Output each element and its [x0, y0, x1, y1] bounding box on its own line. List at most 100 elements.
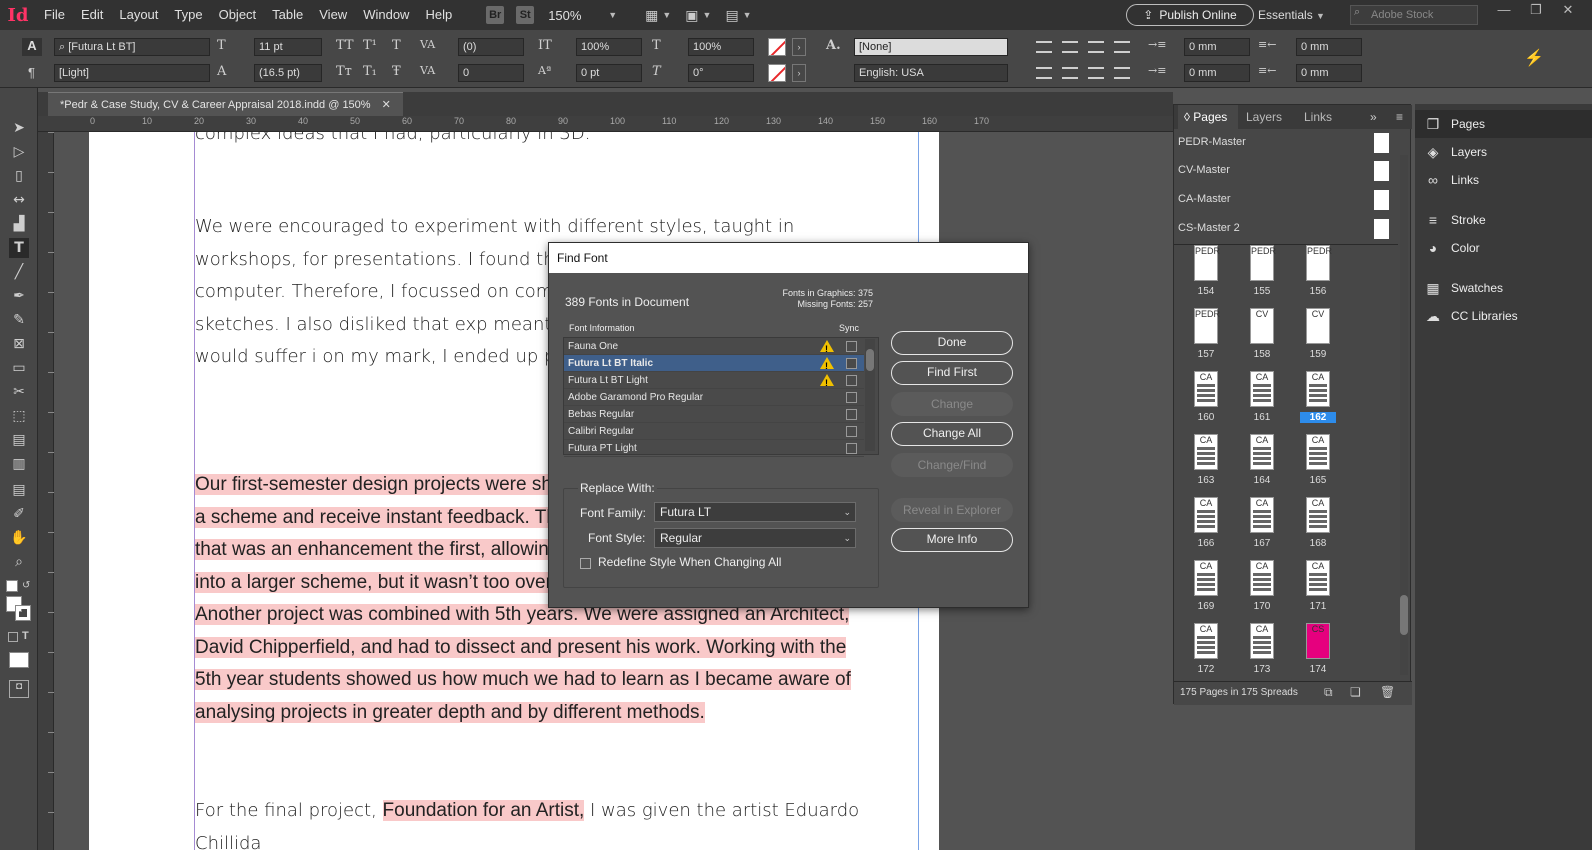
page-size-icon[interactable]: ⧉	[1324, 685, 1333, 700]
screen-mode-icon[interactable]: ◘	[9, 680, 29, 698]
chevron-right-icon[interactable]: ›	[792, 64, 806, 82]
menu-object[interactable]: Object	[211, 0, 265, 30]
font-list[interactable]: Fauna One Futura Lt BT Italic Futura Lt BT…	[563, 337, 879, 457]
type-tool-icon[interactable]: T	[9, 238, 29, 258]
panel-layers[interactable]: ◈ Layers	[1415, 138, 1592, 166]
baseline-field[interactable]: 0 pt	[576, 64, 642, 82]
done-button[interactable]: Done	[891, 331, 1013, 355]
align-right-icon[interactable]	[1088, 41, 1104, 53]
panel-swatches[interactable]: ▦ Swatches	[1415, 274, 1592, 302]
page-thumbnail[interactable]: PEDR	[1250, 245, 1276, 281]
font-list-row[interactable]: Futura PT Light	[564, 440, 864, 457]
first-line-indent-field[interactable]: 0 mm	[1184, 64, 1250, 82]
close-icon[interactable]: ✕	[382, 99, 391, 111]
menu-help[interactable]: Help	[417, 0, 460, 30]
align-center-icon[interactable]	[1062, 41, 1078, 53]
chevron-right-icon[interactable]: »	[1370, 105, 1377, 129]
vertical-ruler[interactable]	[38, 132, 54, 850]
rectangle-frame-icon[interactable]: ⊠	[9, 334, 29, 354]
page-thumbnail[interactable]: CA	[1194, 623, 1218, 659]
scissors-tool-icon[interactable]: ✂	[9, 382, 29, 402]
stroke-swatch[interactable]	[768, 64, 786, 82]
master-page[interactable]: CS-Master 2	[1174, 217, 1394, 245]
panel-pages[interactable]: ❐ Pages	[1415, 110, 1592, 138]
font-family-field[interactable]: ⌕ [Futura Lt BT]	[54, 38, 210, 56]
page-thumbnail[interactable]: PEDR	[1306, 245, 1332, 281]
change-all-button[interactable]: Change All	[891, 422, 1013, 446]
tracking-field[interactable]: 0	[458, 64, 524, 82]
content-collector-icon[interactable]: ▟	[9, 214, 29, 234]
stock-button[interactable]: St	[516, 6, 535, 24]
tab-links[interactable]: Links	[1304, 105, 1332, 129]
page-thumbnail[interactable]: PEDR	[1194, 308, 1220, 344]
close-icon[interactable]: ✕	[1556, 2, 1580, 22]
page-thumbnail[interactable]: CA	[1250, 434, 1274, 470]
note-tool-icon[interactable]: ▤	[9, 480, 29, 500]
menu-view[interactable]: View	[311, 0, 355, 30]
right-indent-field[interactable]: 0 mm	[1296, 38, 1362, 56]
pages-scrollbar[interactable]	[1400, 155, 1408, 675]
character-style-field[interactable]: [None]	[854, 38, 1008, 56]
change-button[interactable]: Change	[891, 392, 1013, 416]
chevron-down-icon[interactable]: ▼	[608, 10, 617, 20]
menu-window[interactable]: Window	[355, 0, 417, 30]
find-first-button[interactable]: Find First	[891, 361, 1013, 385]
reveal-in-explorer-button[interactable]: Reveal in Explorer	[891, 498, 1013, 522]
stroke-none-icon[interactable]	[15, 605, 31, 621]
arrange-icon[interactable]: ▤	[725, 7, 738, 24]
sync-checkbox[interactable]	[846, 426, 857, 437]
replace-font-style-select[interactable]: Regular ⌄	[654, 528, 856, 548]
font-list-row[interactable]: Calibri Regular	[564, 423, 864, 440]
redefine-style-checkbox[interactable]	[580, 558, 591, 569]
font-size-field[interactable]: 11 pt	[254, 38, 322, 56]
direct-selection-tool-icon[interactable]: ▷	[9, 142, 29, 162]
page-thumbnail[interactable]: PEDR	[1194, 245, 1220, 281]
subscript-icon[interactable]: T₁	[363, 64, 377, 79]
scrollbar-thumb[interactable]	[1400, 595, 1408, 635]
small-caps-icon[interactable]: Tт	[336, 64, 352, 79]
page-thumbnail[interactable]: CA	[1250, 497, 1274, 533]
page-thumbnail[interactable]: CA	[1306, 434, 1330, 470]
font-style-field[interactable]: [Light]	[54, 64, 210, 82]
font-list-scrollbar[interactable]	[865, 339, 875, 451]
text-paragraph[interactable]: For the final project, Foundation for an…	[195, 795, 915, 850]
menu-table[interactable]: Table	[264, 0, 311, 30]
sync-checkbox[interactable]	[846, 443, 857, 454]
underline-icon[interactable]: T	[392, 38, 401, 53]
justify-center-icon[interactable]	[1062, 67, 1078, 79]
chevron-down-icon[interactable]: ▼	[662, 10, 671, 20]
sync-checkbox[interactable]	[846, 409, 857, 420]
gap-tool-icon[interactable]: ↔	[9, 190, 29, 210]
tab-pages[interactable]: ◊ Pages	[1178, 105, 1238, 129]
bridge-button[interactable]: Br	[486, 6, 505, 24]
font-list-row[interactable]: Bebas Regular	[564, 406, 864, 423]
justify-left-icon[interactable]	[1036, 67, 1052, 79]
restore-icon[interactable]: ❐	[1524, 2, 1548, 22]
publish-online-button[interactable]: ⇪ Publish Online	[1126, 4, 1254, 26]
formatting-container-icon[interactable]	[8, 632, 18, 642]
page-thumbnail[interactable]: CV	[1250, 308, 1274, 344]
font-list-row[interactable]: Futura Lt BT Light	[564, 372, 864, 392]
replace-font-family-select[interactable]: Futura LT ⌄	[654, 502, 856, 522]
apply-none-icon[interactable]	[9, 652, 29, 668]
chevron-down-icon[interactable]: ▼	[743, 10, 752, 20]
workspace-switcher[interactable]: Essentials ▼	[1258, 0, 1325, 31]
menu-edit[interactable]: Edit	[73, 0, 111, 30]
font-list-row[interactable]: Futura Lt BT Italic	[564, 355, 864, 375]
panel-color[interactable]: ◕ Color	[1415, 234, 1592, 262]
page-tool-icon[interactable]: ▯	[9, 166, 29, 186]
selection-tool-icon[interactable]: ➤	[9, 118, 29, 138]
menu-type[interactable]: Type	[166, 0, 210, 30]
skew-field[interactable]: 0°	[688, 64, 754, 82]
panel-links[interactable]: ∞ Links	[1415, 166, 1592, 194]
tab-layers[interactable]: Layers	[1246, 105, 1282, 129]
strikethrough-icon[interactable]: Ŧ	[392, 64, 401, 79]
page-thumbnail[interactable]: CA	[1250, 371, 1274, 407]
page-thumbnail[interactable]: CA	[1194, 434, 1218, 470]
zoom-tool-icon[interactable]: ⌕	[9, 552, 29, 572]
eyedropper-tool-icon[interactable]: ✐	[9, 504, 29, 524]
minimize-icon[interactable]: —	[1492, 2, 1516, 22]
rectangle-tool-icon[interactable]: ▭	[9, 358, 29, 378]
superscript-icon[interactable]: T¹	[363, 38, 377, 53]
sync-checkbox[interactable]	[846, 375, 857, 386]
